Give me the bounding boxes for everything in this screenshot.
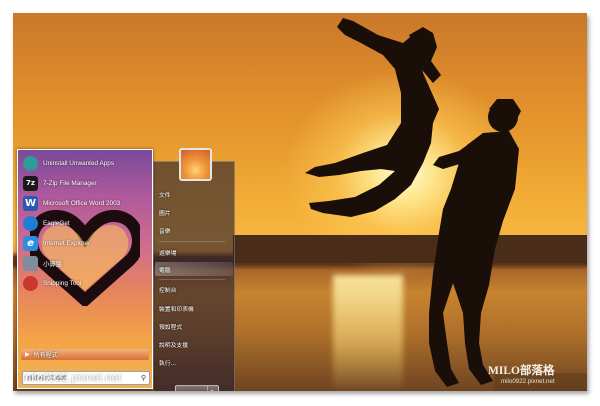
right-item-control-panel[interactable]: 控制台 [159, 282, 231, 296]
uninstall-icon [23, 155, 38, 171]
watermark-brand: MILO部落格 [488, 365, 555, 377]
user-picture[interactable] [179, 148, 212, 181]
all-programs-button[interactable]: ▶ 所有程式 [21, 349, 149, 360]
right-separator [159, 279, 225, 280]
right-item-music[interactable]: 音樂 [159, 223, 231, 237]
image-frame: Uninstall Unwanted Apps 7z 7-Zip File Ma… [0, 0, 600, 406]
program-internet-explorer[interactable]: e Internet Explorer [20, 234, 148, 252]
word-icon: W [23, 195, 38, 211]
internet-explorer-icon: e [23, 235, 38, 251]
search-icon: ⚲ [140, 374, 146, 382]
program-7zip[interactable]: 7z 7-Zip File Manager [20, 174, 148, 192]
program-calculator[interactable]: 小算盤 [20, 254, 148, 272]
right-item-run[interactable]: 執行... [159, 355, 231, 369]
right-separator [159, 241, 225, 242]
program-uninstall-apps[interactable]: Uninstall Unwanted Apps [20, 154, 148, 172]
shutdown-button[interactable]: ▶ [175, 385, 219, 391]
right-item-documents[interactable]: 文件 [159, 187, 231, 201]
arrow-right-icon: ▶ [25, 351, 30, 358]
program-eagleget[interactable]: EagleGet [20, 214, 148, 232]
couple-silhouette [305, 18, 521, 387]
right-item-games[interactable]: 遊樂場 [159, 245, 231, 259]
right-item-pictures[interactable]: 圖片 [159, 205, 231, 219]
eagleget-icon [23, 215, 38, 231]
right-item-default-programs[interactable]: 預設程式 [159, 319, 231, 333]
program-word-2003[interactable]: W Microsoft Office Word 2003 [20, 194, 148, 212]
desktop-screenshot: Uninstall Unwanted Apps 7z 7-Zip File Ma… [13, 13, 587, 391]
start-menu: Uninstall Unwanted Apps 7z 7-Zip File Ma… [17, 148, 235, 391]
calculator-icon [23, 255, 38, 271]
seven-zip-icon: 7z [23, 175, 38, 191]
right-item-computer[interactable]: 電腦 [155, 262, 233, 276]
watermark-brand-url: milo0922.pixnet.net [501, 378, 555, 385]
start-menu-left-pane: Uninstall Unwanted Apps 7z 7-Zip File Ma… [17, 149, 153, 389]
watermark-url: milo0922.pixnet.net [22, 372, 122, 384]
program-snipping-tool[interactable]: Snipping Tool [20, 274, 148, 292]
right-item-help-support[interactable]: 說明及支援 [159, 337, 231, 351]
chevron-right-icon[interactable]: ▶ [208, 386, 218, 392]
snipping-tool-icon [23, 275, 38, 291]
right-item-devices-printers[interactable]: 裝置和印表機 [159, 301, 231, 315]
